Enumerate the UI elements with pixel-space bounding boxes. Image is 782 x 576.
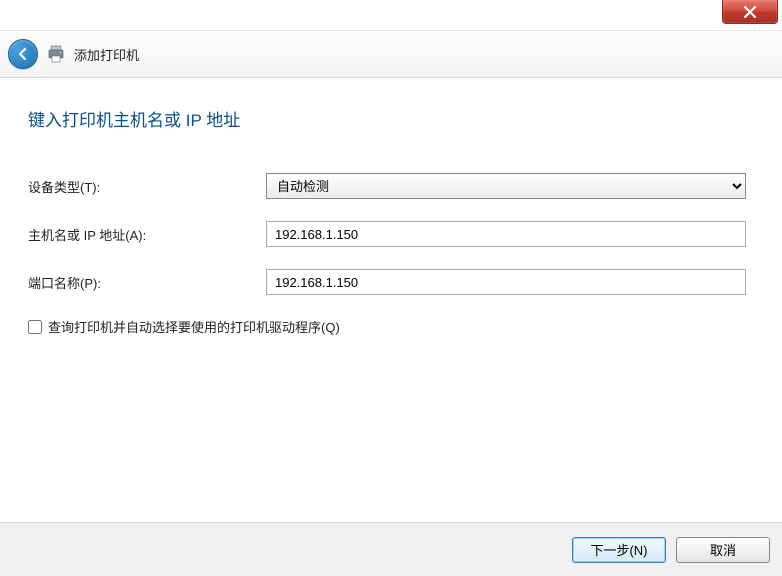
port-name-label: 端口名称(P): xyxy=(28,273,266,292)
next-button[interactable]: 下一步(N) xyxy=(572,537,666,563)
query-printer-checkbox[interactable] xyxy=(28,320,42,334)
hostname-row: 主机名或 IP 地址(A): xyxy=(28,221,756,247)
device-type-control: 自动检测 xyxy=(266,173,746,199)
content-area: 键入打印机主机名或 IP 地址 设备类型(T): 自动检测 主机名或 IP 地址… xyxy=(0,78,782,522)
add-printer-wizard-window: 添加打印机 键入打印机主机名或 IP 地址 设备类型(T): 自动检测 主机名或… xyxy=(0,0,782,576)
navbar-title: 添加打印机 xyxy=(74,45,139,64)
port-name-control xyxy=(266,269,746,295)
device-type-row: 设备类型(T): 自动检测 xyxy=(28,173,756,199)
port-name-input[interactable] xyxy=(266,269,746,295)
printer-icon xyxy=(46,44,66,64)
query-printer-row: 查询打印机并自动选择要使用的打印机驱动程序(Q) xyxy=(28,317,756,336)
hostname-label: 主机名或 IP 地址(A): xyxy=(28,225,266,244)
titlebar xyxy=(0,0,782,30)
page-heading: 键入打印机主机名或 IP 地址 xyxy=(28,106,756,131)
cancel-button[interactable]: 取消 xyxy=(676,537,770,563)
hostname-control xyxy=(266,221,746,247)
port-name-row: 端口名称(P): xyxy=(28,269,756,295)
back-button[interactable] xyxy=(8,39,38,69)
hostname-input[interactable] xyxy=(266,221,746,247)
close-button[interactable] xyxy=(722,0,778,24)
back-arrow-icon xyxy=(15,46,31,62)
query-printer-label: 查询打印机并自动选择要使用的打印机驱动程序(Q) xyxy=(48,317,340,336)
navbar: 添加打印机 xyxy=(0,30,782,78)
close-icon xyxy=(743,6,757,18)
device-type-dropdown[interactable]: 自动检测 xyxy=(266,173,746,199)
device-type-label: 设备类型(T): xyxy=(28,177,266,196)
footer: 下一步(N) 取消 xyxy=(0,522,782,576)
